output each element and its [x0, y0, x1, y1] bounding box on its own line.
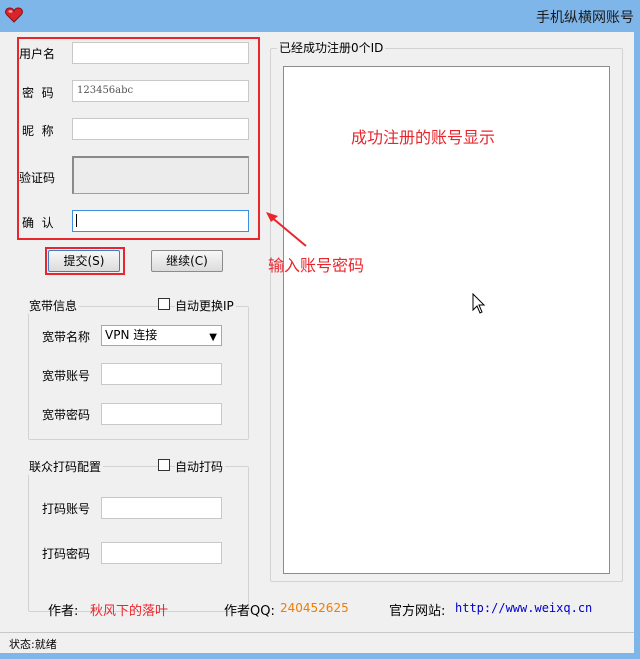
continue-button[interactable]: 继续(C)	[151, 250, 223, 272]
annotation-box-submit	[45, 247, 125, 275]
captcha-service-group-title: 联众打码配置	[27, 458, 104, 475]
qq-value: 240452625	[280, 601, 349, 615]
author-value: 秋风下的落叶	[90, 604, 169, 619]
input-annotation: 输入账号密码	[268, 256, 365, 275]
broadband-password-label: 宽带密码	[42, 408, 91, 422]
results-group-title: 已经成功注册0个ID	[277, 39, 386, 56]
captcha-service-group	[28, 466, 249, 612]
status-bar: 状态:就绪	[0, 632, 634, 653]
captcha-password-input[interactable]	[101, 542, 222, 564]
broadband-account-label: 宽带账号	[42, 369, 91, 383]
qq-label: 作者QQ:	[224, 604, 275, 619]
window-bottom-border	[0, 653, 640, 659]
auto-ip-checkbox[interactable]	[158, 298, 170, 310]
site-link[interactable]: http://www.weixq.cn	[455, 601, 592, 615]
auto-ip-label[interactable]: 自动更换IP	[175, 297, 236, 314]
broadband-name-label: 宽带名称	[42, 330, 91, 344]
list-annotation: 成功注册的账号显示	[351, 128, 496, 147]
annotation-box-form	[17, 37, 260, 240]
arrow-icon	[266, 212, 307, 247]
broadband-name-value: VPN 连接	[105, 328, 158, 342]
status-text: 状态:就绪	[9, 638, 57, 651]
title-bar[interactable]: 手机纵横网账号	[0, 0, 640, 32]
main-window: 手机纵横网账号 用户名 密 码 123456abc 昵 称 验证码 确 认 提交…	[0, 0, 640, 659]
window-title: 手机纵横网账号	[536, 10, 634, 26]
auto-captcha-checkbox[interactable]	[158, 459, 170, 471]
chevron-down-icon: ▼	[209, 332, 217, 343]
captcha-account-label: 打码账号	[42, 502, 91, 516]
heart-icon	[5, 7, 23, 23]
captcha-account-input[interactable]	[101, 497, 222, 519]
broadband-account-input[interactable]	[101, 363, 222, 385]
mouse-pointer-icon	[472, 293, 486, 314]
author-label: 作者:	[48, 604, 79, 619]
client-area: 用户名 密 码 123456abc 昵 称 验证码 确 认 提交(S) 继续(C…	[0, 32, 634, 632]
captcha-password-label: 打码密码	[42, 547, 91, 561]
site-label: 官方网站:	[389, 604, 446, 619]
broadband-group-title: 宽带信息	[27, 297, 80, 314]
broadband-name-select[interactable]: VPN 连接 ▼	[101, 325, 222, 346]
auto-captcha-label[interactable]: 自动打码	[175, 458, 226, 475]
window-right-border	[634, 32, 640, 659]
broadband-password-input[interactable]	[101, 403, 222, 425]
